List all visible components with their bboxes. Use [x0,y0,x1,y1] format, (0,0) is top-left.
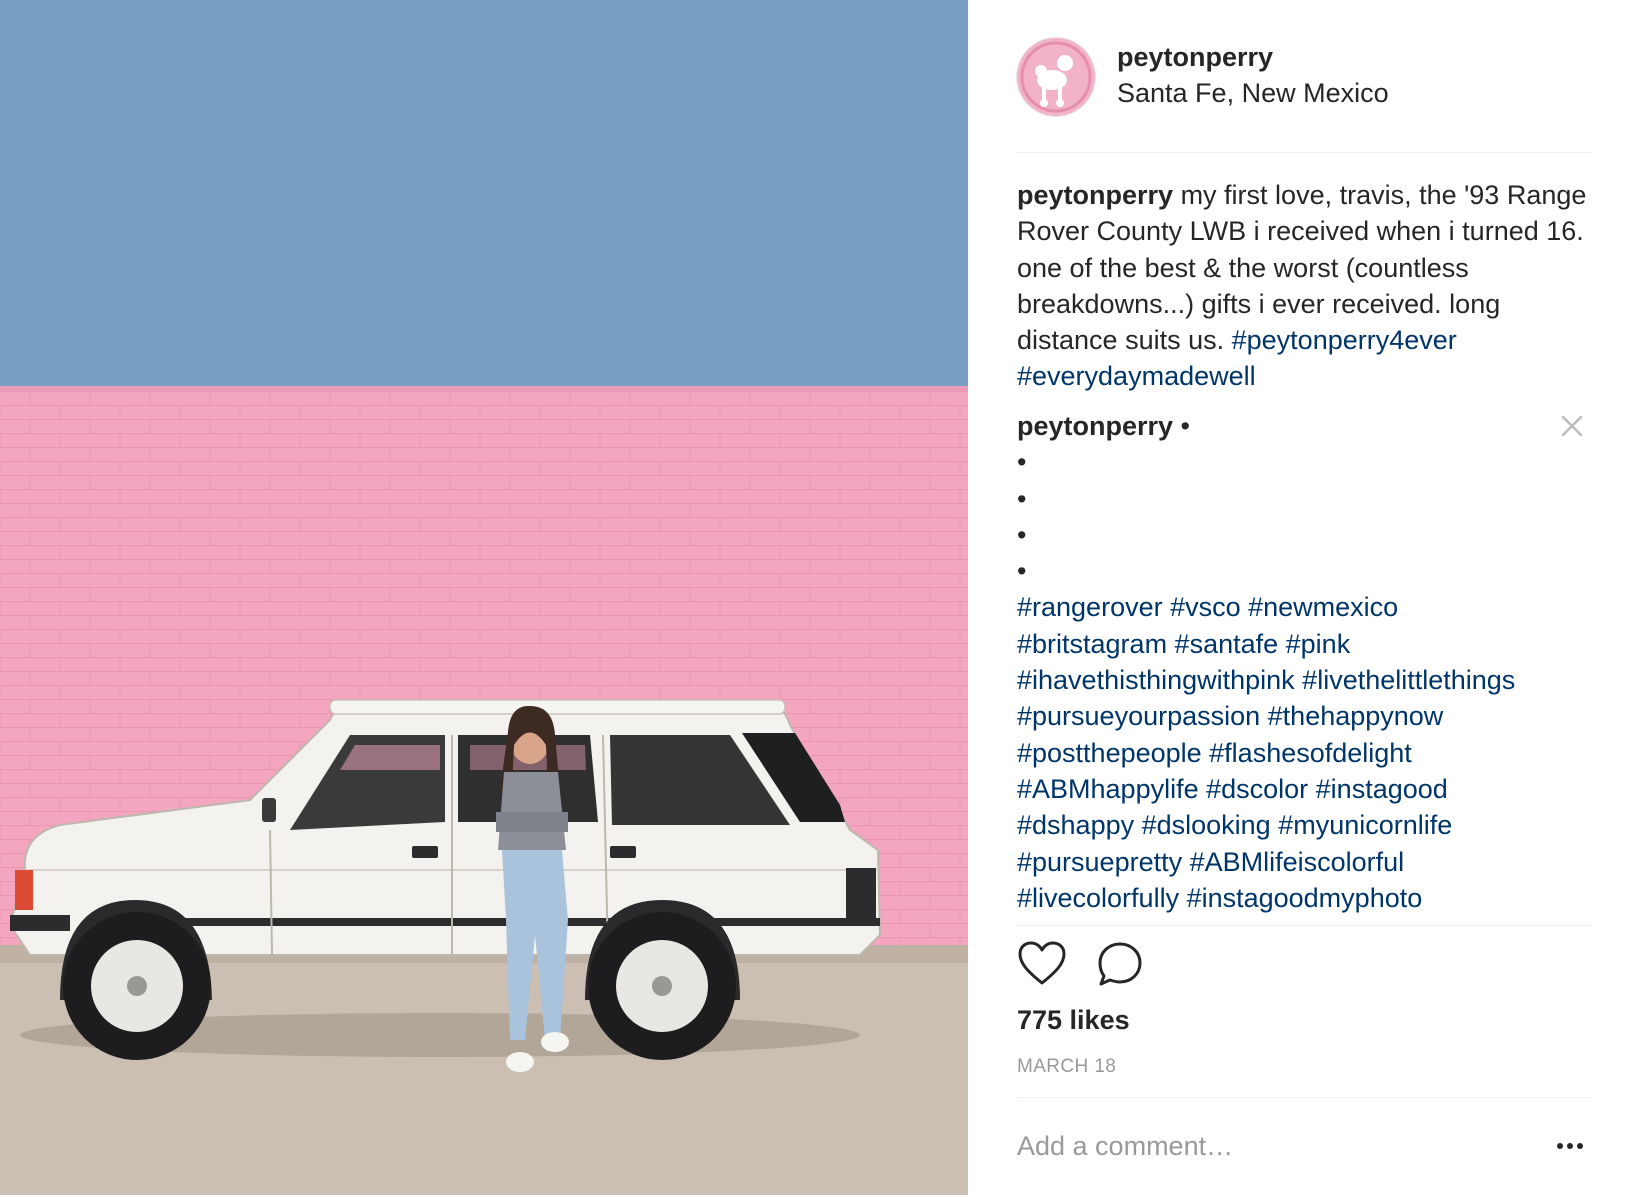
likes-count[interactable]: 775 likes [1017,1005,1130,1036]
comment-hashtag-line[interactable]: #pursuepretty #ABMlifeiscolorful [1017,844,1577,880]
add-comment-input[interactable] [1017,1126,1487,1166]
comment-hashtag-line[interactable]: #dshappy #dslooking #myunicornlife [1017,807,1577,843]
post-photo-image [0,0,968,1195]
header-divider [1017,152,1592,153]
post-date: MARCH 18 [1017,1056,1117,1077]
comment-username[interactable]: peytonperry [1017,411,1173,441]
comment-header: peytonperry • [1017,408,1577,444]
comment-hashtag-line[interactable]: #postthepeople #flashesofdelight [1017,735,1577,771]
comment-hashtag-line[interactable]: #rangerover #vsco #newmexico [1017,589,1577,625]
avatar[interactable] [1017,38,1095,116]
more-options-icon[interactable] [1553,1133,1587,1159]
comment-dot: • [1173,411,1191,441]
header-location[interactable]: Santa Fe, New Mexico [1117,78,1389,109]
comment-bullet: • [1017,519,1027,550]
heart-icon[interactable] [1017,940,1067,988]
caption-username[interactable]: peytonperry [1017,180,1173,210]
post-panel: peytonperry Santa Fe, New Mexico peytonp… [968,0,1631,1195]
comment-hashtag-line[interactable]: #livecolorfully #instagoodmyphoto [1017,880,1577,916]
comment-hashtag-line[interactable]: #britstagram #santafe #pink [1017,626,1577,662]
comment-hashtag-line[interactable]: #pursueyourpassion #thehappynow [1017,698,1577,734]
post-header: peytonperry Santa Fe, New Mexico [1017,38,1572,118]
comment-bubble-icon[interactable] [1096,940,1144,988]
comments-divider [1017,925,1592,926]
comment-bullet: • [1017,483,1027,514]
comment-bullet: • [1017,556,1027,587]
poodle-avatar-icon [1017,38,1095,116]
post-actions [1017,940,1217,988]
comment-bullet: • [1017,447,1027,478]
caption: peytonperry my first love, travis, the '… [1017,177,1592,395]
close-icon[interactable] [1558,412,1586,440]
comment-hashtag-line[interactable]: #ABMhappylife #dscolor #instagood [1017,771,1577,807]
header-username[interactable]: peytonperry [1117,42,1273,73]
post-photo[interactable] [0,0,968,1195]
footer-divider [1017,1097,1592,1098]
comment-hashtag-line[interactable]: #ihavethisthingwithpink #livethelittleth… [1017,662,1577,698]
comment: peytonperry • • • • • #rangerover #vsco … [1017,408,1577,916]
